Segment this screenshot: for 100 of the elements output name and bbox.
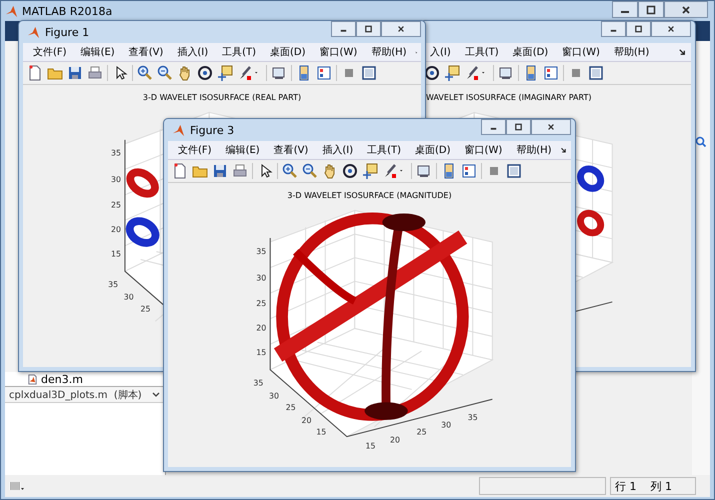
menu-item[interactable]: 桌面(D) xyxy=(409,143,457,157)
tick-label: 25 xyxy=(111,200,122,210)
new-file-icon[interactable] xyxy=(172,163,188,179)
menu-item[interactable]: 文件(F) xyxy=(27,45,73,59)
file-icon xyxy=(27,374,38,384)
zoom-out-icon[interactable] xyxy=(302,163,318,179)
figure-title: Figure 1 xyxy=(45,26,90,38)
close-icon xyxy=(681,5,691,15)
tick-label: 30 xyxy=(124,292,134,302)
tick-label: 15 xyxy=(365,441,376,450)
window-icon[interactable] xyxy=(506,163,522,179)
brush-icon[interactable] xyxy=(237,65,253,81)
matlab-logo-icon xyxy=(5,4,18,18)
window-icon[interactable] xyxy=(361,65,377,81)
menu-item[interactable]: 帮助(H) xyxy=(510,143,558,157)
close-icon xyxy=(547,122,555,132)
tick-label: 35 xyxy=(108,280,118,289)
close-icon xyxy=(397,24,405,34)
menu-item[interactable]: 帮助(H) xyxy=(608,45,656,59)
close-button[interactable] xyxy=(531,119,571,135)
window-title: MATLAB R2018a xyxy=(22,4,112,18)
maximize-button[interactable] xyxy=(506,119,531,135)
menu-item[interactable]: 窗口(W) xyxy=(314,45,364,59)
data-cursor-icon[interactable] xyxy=(444,65,460,81)
close-icon xyxy=(667,24,675,34)
maximize-icon xyxy=(364,24,373,34)
plot-title: WAVELET ISOSURFACE (IMAGINARY PART) xyxy=(426,92,592,102)
tick-label: 35 xyxy=(468,412,478,422)
menu-item[interactable]: 桌面(D) xyxy=(506,45,554,59)
window-icon[interactable] xyxy=(588,65,604,81)
tick-label: 15 xyxy=(316,428,326,437)
tick-label: 30 xyxy=(111,175,122,184)
close-button[interactable] xyxy=(651,21,691,37)
printer-icon[interactable] xyxy=(87,65,103,81)
tick-label: 25 xyxy=(256,298,266,308)
menu-item[interactable]: 查看(V) xyxy=(122,45,170,59)
tick-label: 25 xyxy=(286,403,296,412)
rotate-icon[interactable] xyxy=(424,65,440,81)
zoom-out-icon[interactable] xyxy=(157,65,173,81)
tick-label: 25 xyxy=(416,428,427,437)
menu-item[interactable]: 入(I) xyxy=(424,45,457,59)
plot-title: 3-D WAVELET ISOSURFACE (MAGNITUDE) xyxy=(287,190,452,200)
tick-label: 15 xyxy=(111,250,122,259)
tick-label: 20 xyxy=(390,436,400,444)
tick-label: 20 xyxy=(256,323,266,332)
file-item[interactable]: den3.m xyxy=(5,372,165,387)
figure-title: Figure 3 xyxy=(190,124,234,136)
menu-item[interactable]: 插入(I) xyxy=(316,143,360,157)
menu-item[interactable]: 文件(F) xyxy=(172,143,218,157)
minimize-button[interactable] xyxy=(612,1,638,18)
maximize-button[interactable] xyxy=(356,21,381,37)
isosurface-drawing xyxy=(577,165,604,236)
menu-item[interactable]: 工具(T) xyxy=(458,45,505,59)
menu-item[interactable]: 插入(I) xyxy=(171,45,214,59)
tick-label: 30 xyxy=(256,273,266,282)
menu-item[interactable]: 窗口(W) xyxy=(458,143,508,157)
tick-label: 25 xyxy=(140,304,150,314)
menu-item[interactable]: 编辑(E) xyxy=(220,143,266,157)
tick-label: 35 xyxy=(256,246,266,256)
new-file-icon[interactable] xyxy=(27,65,43,81)
tick-label: 30 xyxy=(269,391,280,400)
matlab-logo-icon xyxy=(172,124,185,136)
menu-item[interactable]: 窗口(W) xyxy=(556,45,606,59)
menu-item[interactable]: 桌面(D) xyxy=(264,45,312,59)
zoom-in-icon[interactable] xyxy=(282,163,298,179)
grip-icon[interactable] xyxy=(9,480,25,492)
line-indicator: 行 1 xyxy=(615,478,636,494)
menu-item[interactable]: 帮助(H) xyxy=(365,45,413,59)
rotate-icon[interactable] xyxy=(197,65,213,81)
menu-item[interactable]: 工具(T) xyxy=(361,143,408,157)
menu-item[interactable]: 查看(V) xyxy=(268,143,314,157)
data-cursor-icon[interactable] xyxy=(217,65,233,81)
legend-icon[interactable] xyxy=(461,163,477,179)
tick-label: 35 xyxy=(111,148,122,158)
brush-icon[interactable] xyxy=(464,65,480,81)
matlab-logo-icon xyxy=(27,26,40,38)
tick-label: 20 xyxy=(302,416,312,425)
tick-label: 20 xyxy=(111,225,122,234)
plot-title: 3-D WAVELET ISOSURFACE (REAL PART) xyxy=(142,92,302,102)
data-cursor-icon[interactable] xyxy=(362,163,378,179)
tick-label: 15 xyxy=(256,348,266,357)
legend-icon[interactable] xyxy=(316,65,332,81)
legend-icon[interactable] xyxy=(543,65,559,81)
menu-item[interactable]: 工具(T) xyxy=(216,45,262,59)
close-button[interactable] xyxy=(381,21,421,37)
close-button[interactable] xyxy=(664,1,708,18)
zoom-in-icon[interactable] xyxy=(137,65,153,81)
menu-item[interactable]: 编辑(E) xyxy=(74,45,121,59)
printer-icon[interactable] xyxy=(232,163,248,179)
maximize-button[interactable] xyxy=(638,1,664,18)
column-indicator: 列 1 xyxy=(650,478,672,494)
maximize-button[interactable] xyxy=(626,21,651,37)
details-header[interactable]: cplxdual3D_plots.m (脚本) xyxy=(5,387,165,403)
search-icon[interactable] xyxy=(695,136,707,148)
rotate-icon[interactable] xyxy=(342,163,358,179)
tick-label: 30 xyxy=(441,420,452,430)
maximize-icon xyxy=(514,122,523,132)
brush-icon[interactable] xyxy=(382,163,398,179)
tick-label: 35 xyxy=(253,378,264,388)
chevron-icon xyxy=(151,390,161,400)
